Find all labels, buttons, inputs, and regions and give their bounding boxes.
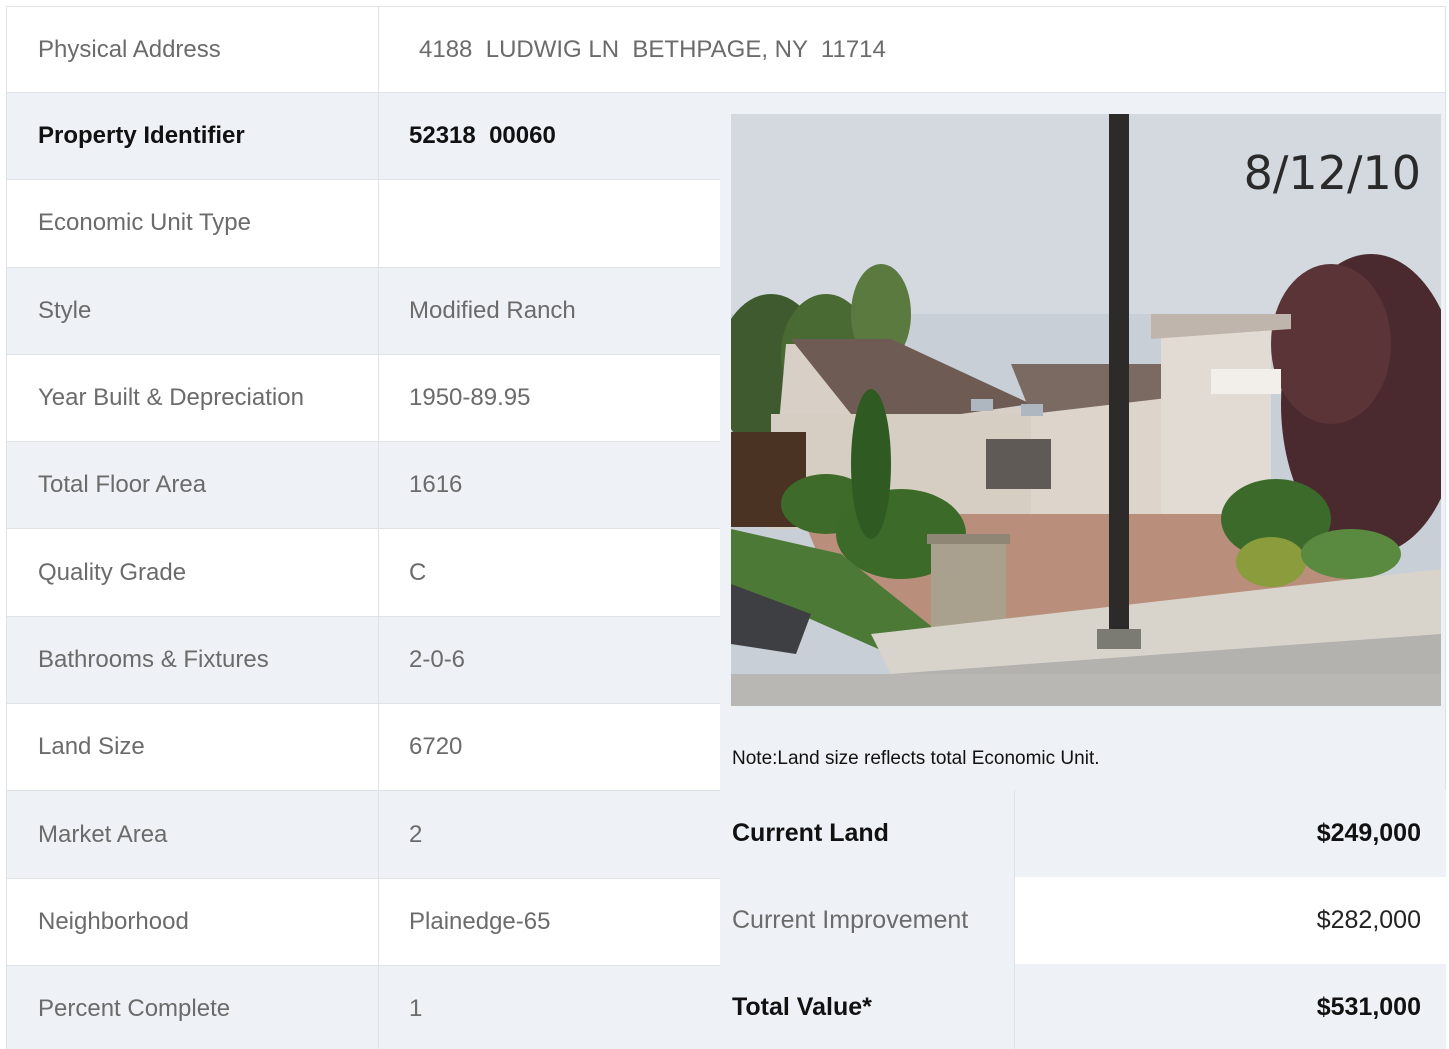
value-amount: $531,000	[1014, 964, 1446, 1049]
detail-row-style: Style Modified Ranch	[6, 267, 720, 355]
address-value: 4188 LUDWIG LN BETHPAGE, NY 11714	[419, 35, 886, 63]
property-photo: 8/12/10	[731, 114, 1441, 706]
detail-value: 1950-89.95	[409, 384, 531, 412]
detail-label: Bathrooms & Fixtures	[7, 616, 379, 704]
detail-row-percent-complete: Percent Complete 1	[6, 965, 720, 1049]
value-row-current-land: Current Land $249,000	[720, 790, 1446, 877]
detail-label: Neighborhood	[7, 878, 379, 965]
detail-row-land-size: Land Size 6720	[6, 704, 720, 792]
photo-date-stamp: 8/12/10	[1244, 146, 1421, 200]
detail-value: 1	[409, 995, 423, 1023]
address-row: Physical Address 4188 LUDWIG LN BETHPAGE…	[6, 6, 1446, 93]
detail-value: 1616	[409, 471, 463, 499]
value-row-current-improvement: Current Improvement $282,000	[720, 877, 1446, 964]
detail-label: Property Identifier	[7, 93, 379, 180]
photo-and-values-panel: 8/12/10 Note:Land size reflects total Ec…	[720, 93, 1446, 1049]
value-amount: $249,000	[1014, 790, 1446, 877]
house-photo-illustration: 8/12/10	[731, 114, 1441, 706]
detail-label: Year Built & Depreciation	[7, 354, 379, 442]
detail-value: C	[409, 558, 427, 586]
address-label: Physical Address	[7, 7, 379, 92]
detail-label: Economic Unit Type	[7, 180, 379, 267]
value-label: Current Land	[732, 819, 889, 847]
detail-row-neighborhood: Neighborhood Plainedge-65	[6, 878, 720, 966]
value-amount: $282,000	[1014, 877, 1446, 964]
detail-label: Style	[7, 267, 379, 354]
detail-value: Modified Ranch	[409, 296, 576, 324]
detail-value: 2-0-6	[409, 645, 466, 673]
detail-row-bathrooms: Bathrooms & Fixtures 2-0-6	[6, 616, 720, 705]
detail-label: Market Area	[7, 791, 379, 878]
detail-row-quality-grade: Quality Grade C	[6, 529, 720, 617]
detail-row-economic-unit-type: Economic Unit Type	[6, 180, 720, 268]
detail-row-total-floor-area: Total Floor Area 1616	[6, 442, 720, 530]
detail-value: 6720	[409, 733, 463, 761]
detail-value: 52318 00060	[409, 122, 556, 150]
detail-label: Quality Grade	[7, 529, 379, 616]
detail-label: Percent Complete	[7, 965, 379, 1049]
detail-row-market-area: Market Area 2	[6, 791, 720, 879]
value-label: Total Value*	[732, 993, 872, 1021]
detail-label: Land Size	[7, 704, 379, 791]
value-label: Current Improvement	[732, 906, 969, 934]
detail-value: 2	[409, 820, 423, 848]
land-size-note: Note:Land size reflects total Economic U…	[732, 748, 1100, 769]
detail-row-property-identifier: Property Identifier 52318 00060	[6, 93, 720, 181]
detail-row-year-built: Year Built & Depreciation 1950-89.95	[6, 354, 720, 443]
detail-value	[379, 180, 720, 266]
property-details-table: Property Identifier 52318 00060 Economic…	[6, 93, 720, 1049]
detail-value: Plainedge-65	[409, 907, 551, 935]
detail-label: Total Floor Area	[7, 442, 379, 529]
value-row-total-value: Total Value* $531,000	[720, 964, 1446, 1049]
